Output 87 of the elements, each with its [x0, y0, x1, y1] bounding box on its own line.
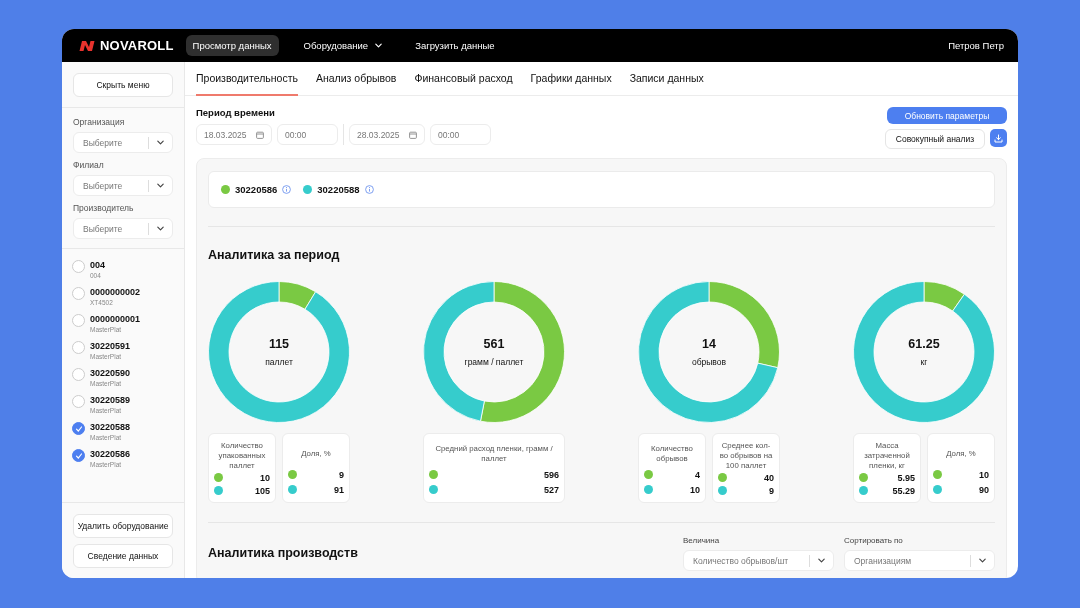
- filter-label: Филиал: [73, 160, 105, 170]
- date-field[interactable]: 28.03.2025: [349, 124, 425, 145]
- logo-icon: [79, 40, 96, 51]
- user-name[interactable]: Петров Петр: [948, 40, 1004, 51]
- download-icon: [994, 133, 1003, 143]
- chevron-down-icon: [156, 181, 165, 190]
- date-field[interactable]: 18.03.2025: [196, 124, 272, 145]
- stat-value: 10: [260, 472, 270, 483]
- time-field[interactable]: 00:00: [430, 124, 491, 145]
- tab[interactable]: Анализ обрывов: [315, 62, 397, 96]
- select-field[interactable]: Выберите: [73, 218, 173, 239]
- stat-value: 10: [979, 469, 989, 480]
- nav-item[interactable]: Загрузить данные: [408, 35, 502, 56]
- chevron-down-icon: [374, 41, 384, 50]
- checkbox[interactable]: [72, 341, 85, 354]
- checkbox[interactable]: [72, 422, 85, 435]
- select-field[interactable]: Выберите: [73, 175, 173, 196]
- equipment-name: 30220590: [90, 368, 131, 379]
- hide-menu-button[interactable]: Скрыть меню: [73, 73, 173, 97]
- total-value: 561: [483, 337, 505, 351]
- stat-value: 596: [543, 469, 559, 480]
- stat-value: 91: [334, 484, 344, 495]
- check-icon: [74, 424, 83, 433]
- info-icon[interactable]: [282, 185, 292, 194]
- equipment-name: 004: [90, 260, 106, 271]
- equipment-name: 30220588: [90, 422, 131, 433]
- section-heading: Аналитика производств: [208, 546, 358, 560]
- calendar-icon: [409, 130, 417, 139]
- select-field[interactable]: Выберите: [73, 132, 173, 153]
- total-unit: грамм / паллет: [464, 357, 524, 367]
- stat-value: 527: [543, 484, 559, 495]
- check-icon: [74, 451, 83, 460]
- select-field[interactable]: Организациям: [844, 550, 995, 571]
- aggregate-button[interactable]: Совокупный анализ: [885, 129, 985, 149]
- checkbox[interactable]: [72, 368, 85, 381]
- tab[interactable]: Записи данных: [629, 62, 704, 96]
- filter-label: Организация: [73, 117, 126, 127]
- stat-value: 5.95: [897, 472, 915, 483]
- total-unit: обрывов: [691, 357, 727, 367]
- nav-item[interactable]: Оборудование: [296, 35, 391, 56]
- sidebar-button[interactable]: Сведение данных: [73, 544, 173, 568]
- select-label: Величина: [683, 536, 721, 545]
- tab[interactable]: Графики данных: [530, 62, 612, 96]
- time-field[interactable]: 00:00: [277, 124, 338, 145]
- equipment-name: 0000000001: [90, 314, 141, 325]
- stat-value: 105: [254, 485, 270, 496]
- equipment-name: 30220586: [90, 449, 131, 460]
- total-value: 14: [702, 337, 716, 351]
- chevron-down-icon: [156, 224, 165, 233]
- stat-value: 55.29: [892, 485, 915, 496]
- download-button[interactable]: [990, 129, 1007, 147]
- checkbox[interactable]: [72, 395, 85, 408]
- stat-value: 9: [339, 469, 344, 480]
- total-unit: кг: [920, 357, 928, 367]
- equipment-name: 30220591: [90, 341, 131, 352]
- total-unit: паллет: [265, 357, 293, 367]
- period-label: Период времени: [196, 107, 276, 118]
- stat-value: 40: [764, 472, 774, 483]
- logo-text: NOVAROLL: [100, 38, 174, 53]
- tab[interactable]: Финансовый расход: [414, 62, 513, 96]
- nav-item[interactable]: Просмотр данных: [185, 35, 279, 56]
- tab[interactable]: Производительность: [196, 62, 298, 96]
- chevron-down-icon: [817, 556, 826, 565]
- equipment-name: 0000000002: [90, 287, 141, 298]
- checkbox[interactable]: [72, 314, 85, 327]
- equipment-name: 30220589: [90, 395, 131, 406]
- section-heading: Аналитика за период: [208, 248, 341, 262]
- stat-value: 4: [695, 469, 700, 480]
- select-label: Сортировать по: [844, 536, 904, 545]
- legend-label: 30220588: [317, 184, 360, 195]
- update-button[interactable]: Обновить параметры: [887, 107, 1007, 124]
- chevron-down-icon: [978, 556, 987, 565]
- filter-label: Производитель: [73, 203, 135, 213]
- calendar-icon: [256, 130, 264, 139]
- stat-value: 10: [690, 484, 700, 495]
- info-icon[interactable]: [364, 185, 374, 194]
- chevron-down-icon: [156, 138, 165, 147]
- stat-value: 9: [769, 485, 774, 496]
- checkbox[interactable]: [72, 449, 85, 462]
- checkbox[interactable]: [72, 260, 85, 273]
- select-field[interactable]: Количество обрывов/шт: [683, 550, 834, 571]
- stat-value: 90: [979, 484, 989, 495]
- legend-label: 30220586: [235, 184, 278, 195]
- sidebar-button[interactable]: Удалить оборудование: [73, 514, 173, 538]
- total-value: 115: [268, 337, 290, 351]
- total-value: 61.25: [908, 337, 940, 351]
- checkbox[interactable]: [72, 287, 85, 300]
